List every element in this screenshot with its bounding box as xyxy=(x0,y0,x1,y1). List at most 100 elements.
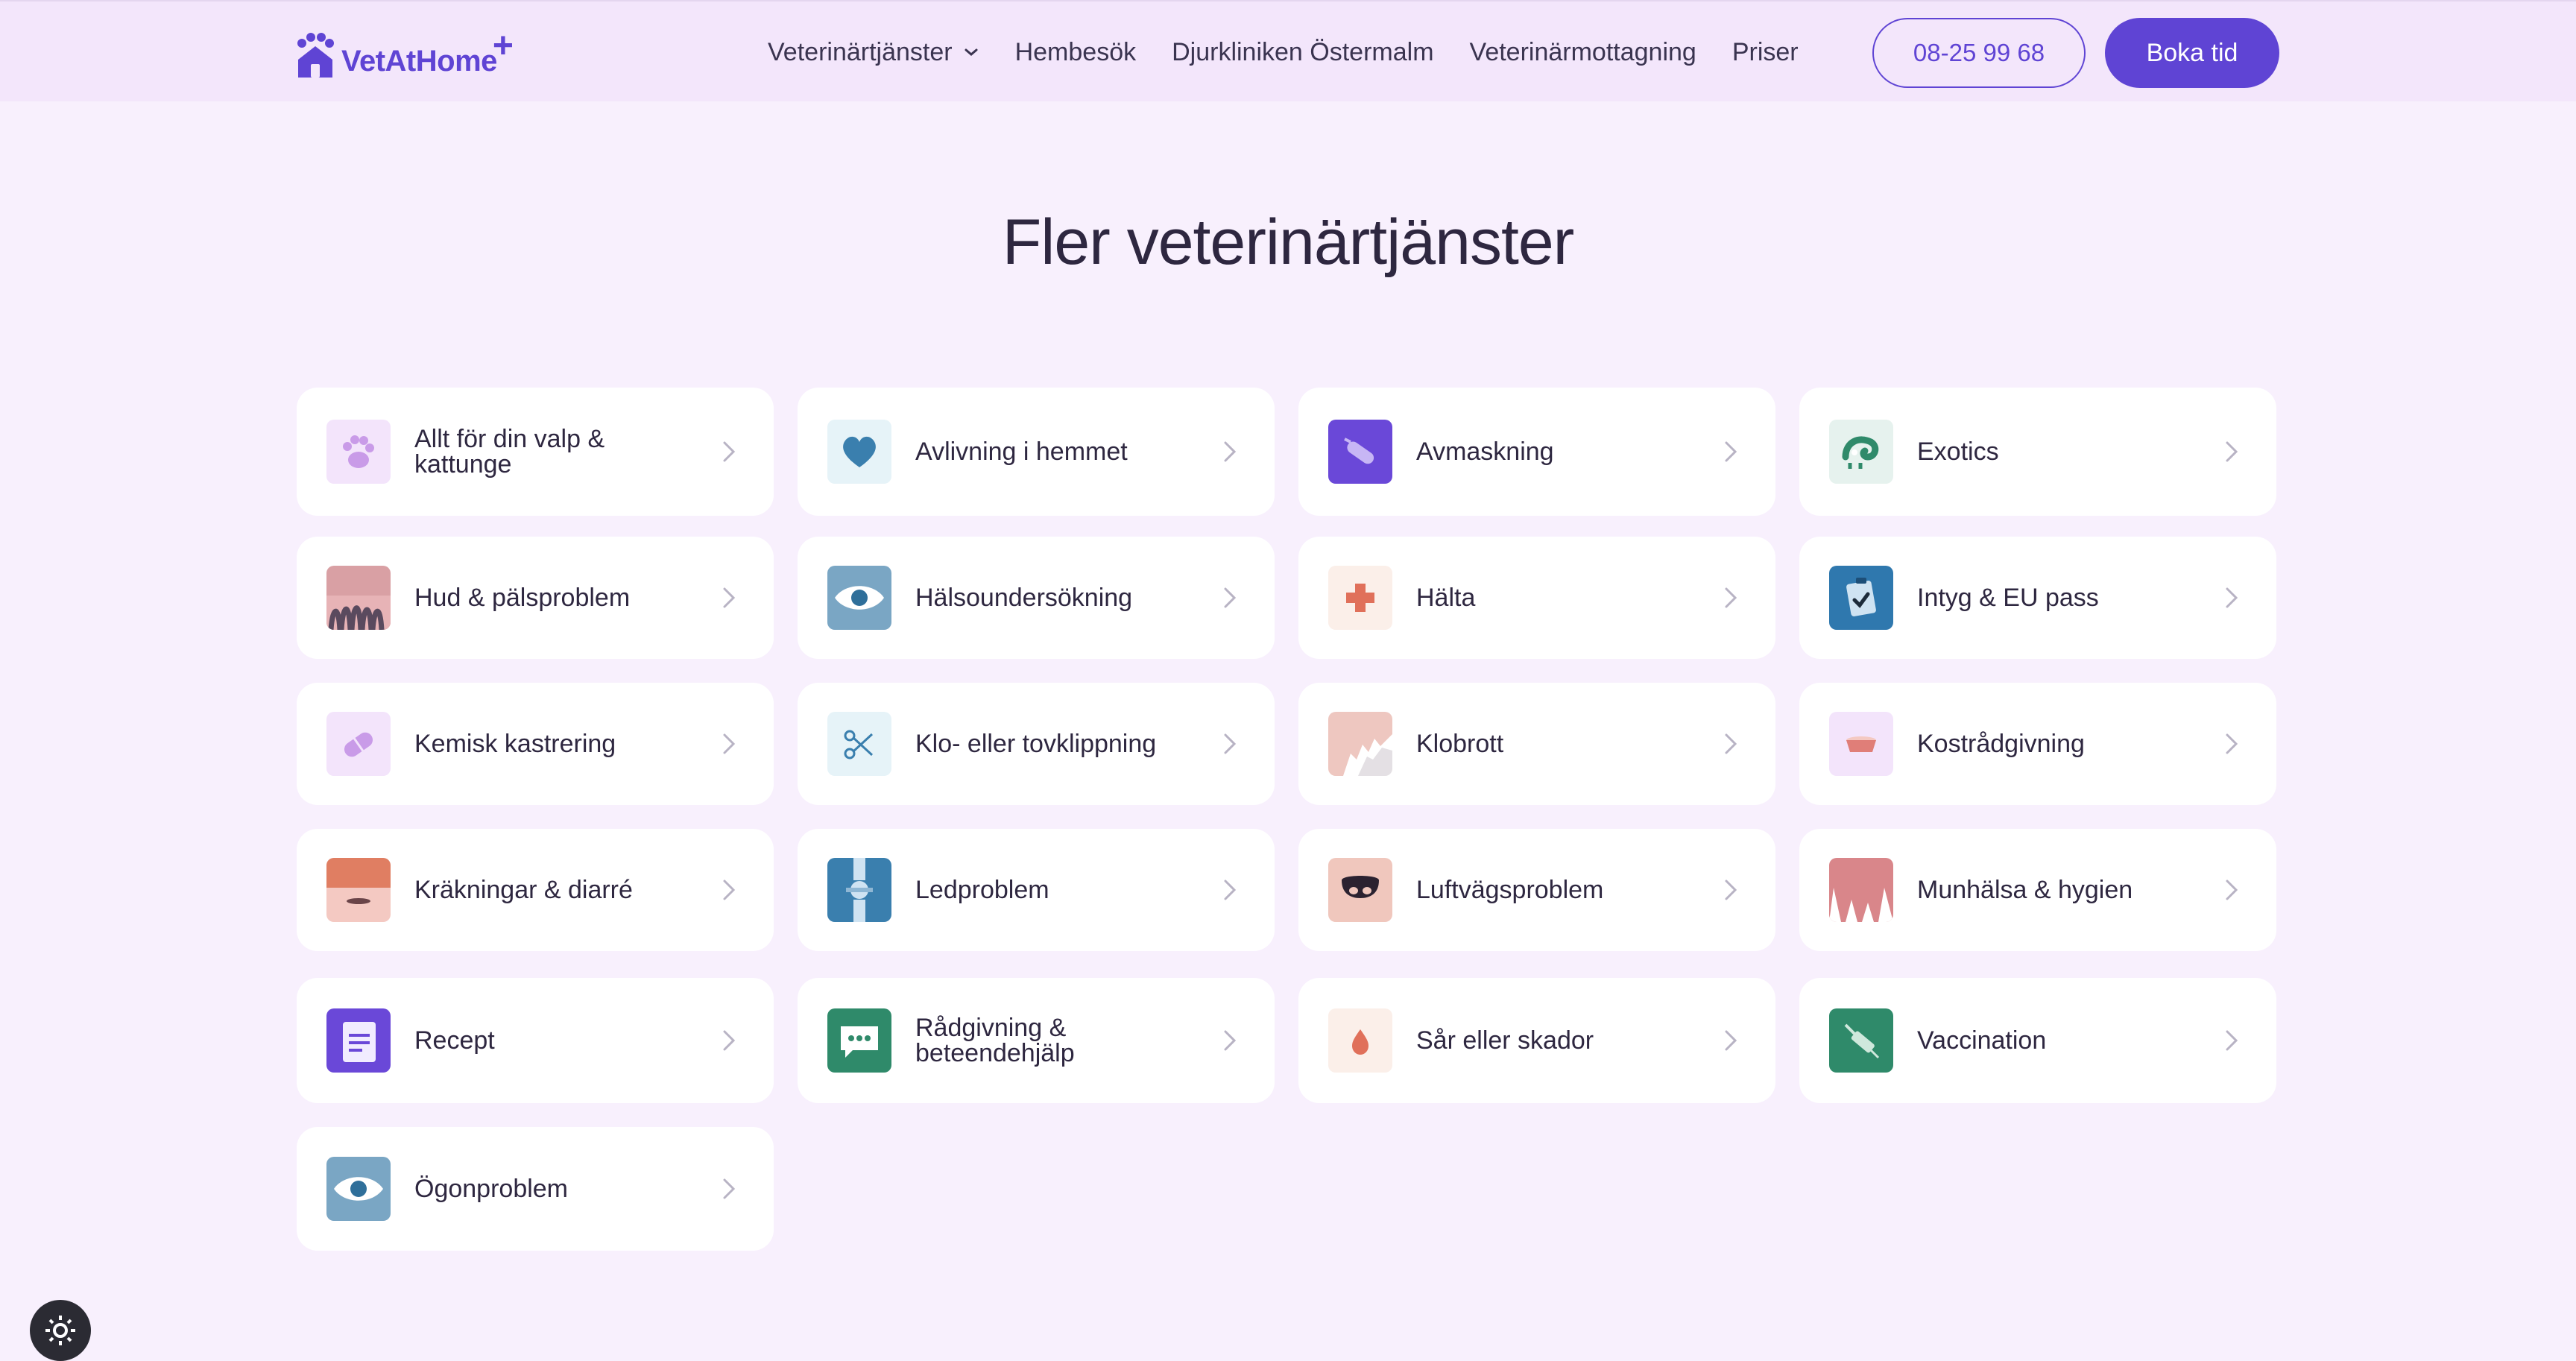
service-card[interactable]: Intyg & EU pass xyxy=(1799,537,2276,659)
food-bowl-icon xyxy=(1829,712,1893,776)
service-label: Hud & pälsproblem xyxy=(414,584,631,612)
service-label: Klobrott xyxy=(1416,730,1504,758)
service-card[interactable]: Hud & pälsproblem xyxy=(297,537,774,659)
clipboard-check-icon xyxy=(1829,566,1893,630)
eye-icon xyxy=(827,566,891,630)
chevron-right-icon xyxy=(723,1030,736,1051)
service-label: Avmaskning xyxy=(1416,438,1554,466)
blood-drop-icon xyxy=(1328,1008,1392,1073)
service-label: Rådgivning & beteendehjälp xyxy=(915,1014,1075,1067)
nav-veterinartjanster[interactable]: Veterinärtjänster xyxy=(768,38,979,67)
chevron-right-icon xyxy=(1725,587,1737,608)
service-card[interactable]: Klobrott xyxy=(1298,683,1775,805)
chevron-right-icon xyxy=(1725,441,1737,462)
nav-label: Priser xyxy=(1731,37,1799,66)
chevron-right-icon xyxy=(1224,587,1237,608)
vaccine-icon xyxy=(1829,1008,1893,1073)
service-label: Munhälsa & hygien xyxy=(1917,876,2133,904)
service-label: Kostrådgivning xyxy=(1917,730,2085,758)
nav-hembesok[interactable]: Hembesök xyxy=(1015,38,1137,67)
service-label: Recept xyxy=(414,1026,495,1055)
pill-syringe-icon xyxy=(1328,420,1392,484)
service-card[interactable]: Recept xyxy=(297,978,774,1103)
service-card[interactable]: Ögonproblem xyxy=(297,1127,774,1251)
stomach-icon xyxy=(326,858,391,922)
chevron-right-icon xyxy=(723,441,736,462)
nav-veterinarmottagning[interactable]: Veterinärmottagning xyxy=(1470,38,1696,67)
service-label: Ögonproblem xyxy=(414,1175,569,1203)
service-card[interactable]: Kostrådgivning xyxy=(1799,683,2276,805)
service-card[interactable]: Hälta xyxy=(1298,537,1775,659)
service-label: Luftvägsproblem xyxy=(1416,876,1604,904)
logo[interactable]: VetAtHome + xyxy=(295,28,514,79)
service-card[interactable]: Hälsoundersökning xyxy=(798,537,1275,659)
phone-button[interactable]: 08-25 99 68 xyxy=(1872,18,2086,88)
chevron-right-icon xyxy=(1224,733,1237,754)
logo-plus: + xyxy=(492,26,514,66)
chevron-right-icon xyxy=(2226,441,2238,462)
eye-icon xyxy=(326,1157,391,1221)
service-card[interactable]: Munhälsa & hygien xyxy=(1799,829,2276,951)
service-card[interactable]: Exotics xyxy=(1799,388,2276,516)
teeth-icon xyxy=(1829,858,1893,922)
capsule-icon xyxy=(326,712,391,776)
chevron-right-icon xyxy=(1224,441,1237,462)
nav-label: Veterinärmottagning xyxy=(1469,37,1696,66)
chevron-right-icon xyxy=(2226,1030,2238,1051)
service-card[interactable]: Sår eller skador xyxy=(1298,978,1775,1103)
house-paw-icon xyxy=(297,33,334,78)
chevron-right-icon xyxy=(723,880,736,900)
service-card[interactable]: Avmaskning xyxy=(1298,388,1775,516)
chevron-right-icon xyxy=(723,1178,736,1199)
service-card[interactable]: Klo- eller tovklippning xyxy=(798,683,1275,805)
chevron-right-icon xyxy=(1725,880,1737,900)
claw-icon xyxy=(1328,712,1392,776)
chevron-right-icon xyxy=(2226,880,2238,900)
service-label: Avlivning i hemmet xyxy=(915,438,1128,466)
bone-joint-icon xyxy=(827,858,891,922)
chameleon-icon xyxy=(1829,420,1893,484)
service-card[interactable]: Rådgivning & beteendehjälp xyxy=(798,978,1275,1103)
service-label: Hälsoundersökning xyxy=(915,584,1133,612)
service-card[interactable]: Allt för din valp & kattunge xyxy=(297,388,774,516)
heart-icon xyxy=(827,420,891,484)
service-label: Sår eller skador xyxy=(1416,1026,1594,1055)
chevron-right-icon xyxy=(1725,733,1737,754)
service-label: Klo- eller tovklippning xyxy=(915,730,1157,758)
paw-icon xyxy=(326,420,391,484)
page-title: Fler veterinärtjänster xyxy=(1002,206,1575,278)
chevron-right-icon xyxy=(1224,880,1237,900)
nav-label: Hembesök xyxy=(1014,37,1137,66)
service-label: Allt för din valp & kattunge xyxy=(414,425,605,479)
service-label: Kemisk kastrering xyxy=(414,730,616,758)
chevron-right-icon xyxy=(1224,1030,1237,1051)
logo-text: VetAtHome xyxy=(341,45,497,78)
service-label: Vaccination xyxy=(1917,1026,2047,1055)
cross-icon xyxy=(1328,566,1392,630)
service-card[interactable]: Vaccination xyxy=(1799,978,2276,1103)
document-icon xyxy=(326,1008,391,1073)
service-card[interactable]: Luftvägsproblem xyxy=(1298,829,1775,951)
chevron-down-icon xyxy=(965,48,978,56)
site-header: VetAtHome + Veterinärtjänster Hembesök D… xyxy=(0,0,2576,101)
chevron-right-icon xyxy=(2226,733,2238,754)
service-label: Kräkningar & diarré xyxy=(414,876,633,904)
nav-priser[interactable]: Priser xyxy=(1732,38,1799,67)
service-card[interactable]: Avlivning i hemmet xyxy=(798,388,1275,516)
service-label: Hälta xyxy=(1416,584,1476,612)
nav-djurkliniken[interactable]: Djurkliniken Östermalm xyxy=(1172,38,1433,67)
service-card[interactable]: Ledproblem xyxy=(798,829,1275,951)
service-label: Exotics xyxy=(1917,438,1999,466)
nose-icon xyxy=(1328,858,1392,922)
chat-bubble-icon xyxy=(827,1008,891,1073)
cookie-settings-button[interactable] xyxy=(30,1300,91,1361)
nav-label: Veterinärtjänster xyxy=(768,37,953,66)
service-card[interactable]: Kemisk kastrering xyxy=(297,683,774,805)
scissors-icon xyxy=(827,712,891,776)
service-label: Ledproblem xyxy=(915,876,1049,904)
book-button[interactable]: Boka tid xyxy=(2105,18,2279,88)
service-label: Intyg & EU pass xyxy=(1917,584,2099,612)
chevron-right-icon xyxy=(2226,587,2238,608)
service-card[interactable]: Kräkningar & diarré xyxy=(297,829,774,951)
chevron-right-icon xyxy=(1725,1030,1737,1051)
